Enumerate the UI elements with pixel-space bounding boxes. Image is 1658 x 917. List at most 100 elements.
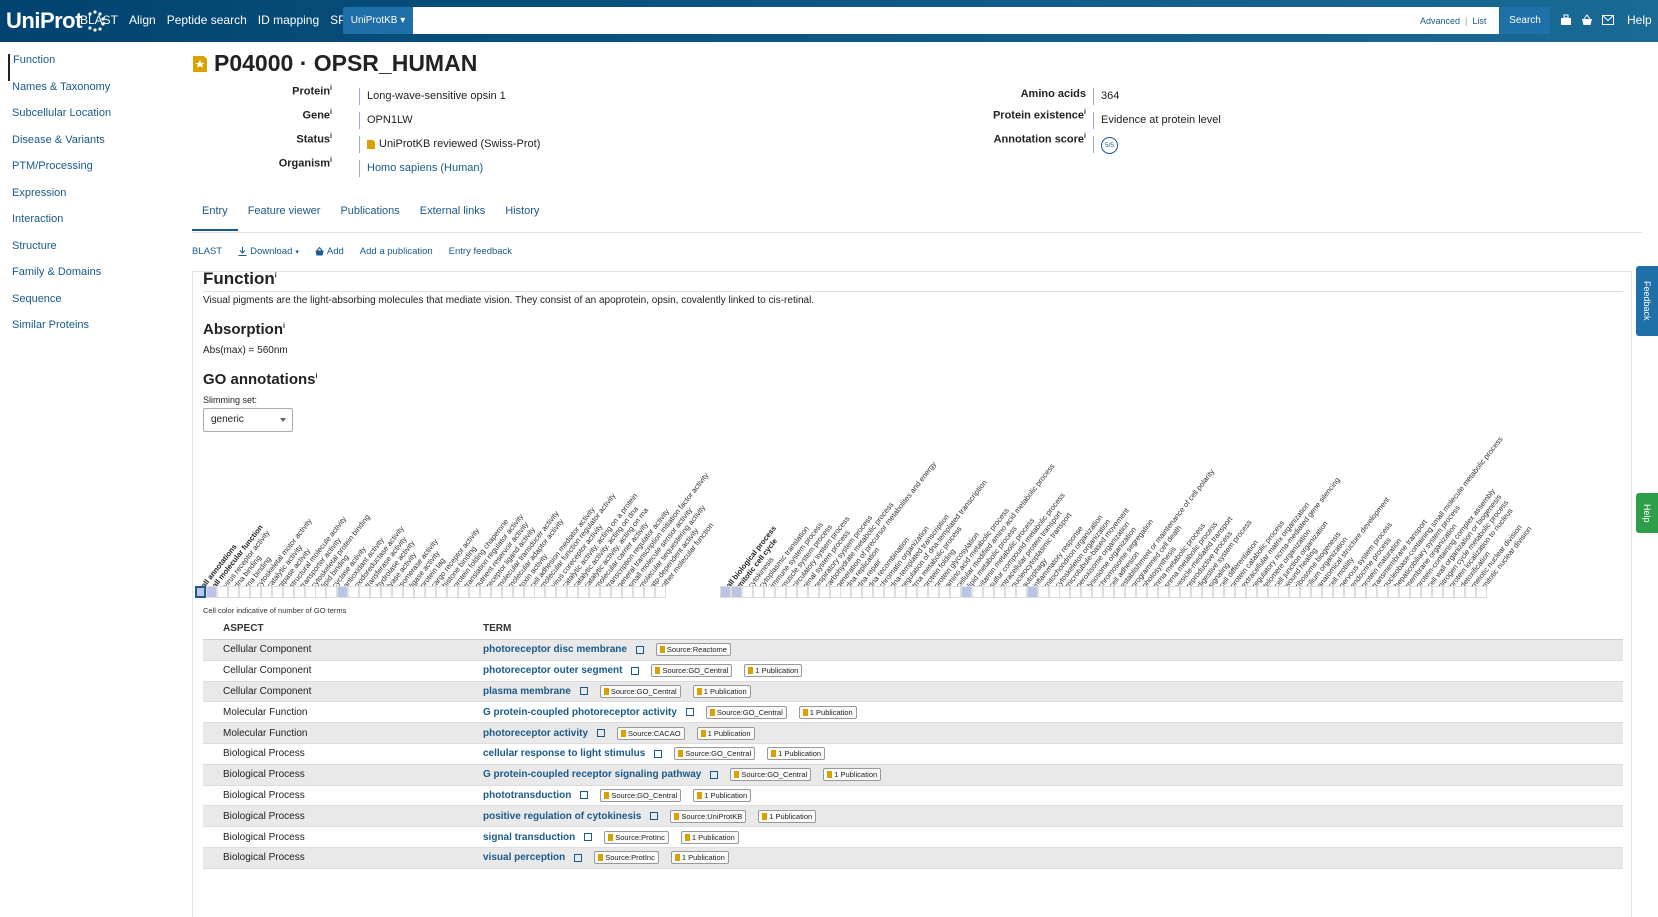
go-mf-term-cell[interactable] bbox=[348, 586, 360, 598]
advanced-search-link[interactable]: Advanced bbox=[1420, 16, 1460, 26]
evidence-badge[interactable]: Source:GO_Central bbox=[730, 768, 812, 782]
go-mf-term-cell[interactable] bbox=[578, 586, 590, 598]
go-bp-term-cell[interactable] bbox=[939, 586, 950, 598]
add-publication-action[interactable]: Add a publication bbox=[360, 246, 433, 257]
sidebar-item-structure[interactable]: Structure bbox=[8, 240, 168, 267]
go-bp-term-cell[interactable] bbox=[960, 586, 972, 598]
evidence-badge[interactable]: Source:ProtInc bbox=[604, 830, 669, 844]
go-mf-term-cell[interactable] bbox=[556, 586, 568, 598]
go-mf-term-cell[interactable] bbox=[643, 586, 655, 598]
go-mf-term-cell[interactable] bbox=[337, 586, 349, 598]
go-mf-term-cell[interactable] bbox=[249, 586, 261, 598]
sidebar-item-names-taxonomy[interactable]: Names & Taxonomy bbox=[8, 81, 168, 108]
go-bp-term-cell[interactable] bbox=[1125, 586, 1137, 598]
go-bp-term-cell[interactable] bbox=[895, 586, 907, 598]
external-link-icon[interactable] bbox=[584, 833, 593, 842]
go-bp-term-cell[interactable] bbox=[1245, 586, 1257, 598]
go-term-link[interactable]: G protein-coupled photoreceptor activity bbox=[483, 707, 677, 718]
feedback-side-tab[interactable]: Feedback bbox=[1636, 266, 1658, 336]
evidence-badge[interactable]: Source:ProtInc bbox=[594, 851, 659, 865]
evidence-badge[interactable]: Source:Reactome bbox=[655, 643, 731, 657]
go-mf-term-cell[interactable] bbox=[446, 586, 458, 598]
evidence-badge[interactable]: 1 Publication bbox=[823, 768, 882, 782]
go-bp-term-cell[interactable] bbox=[720, 586, 731, 598]
go-term-link[interactable]: phototransduction bbox=[483, 790, 571, 801]
go-bp-term-cell[interactable] bbox=[1092, 586, 1104, 598]
sidebar-item-expression[interactable]: Expression bbox=[8, 187, 168, 214]
download-action[interactable]: Download ▾ bbox=[238, 246, 299, 257]
go-bp-term-cell[interactable] bbox=[1475, 586, 1487, 598]
go-bp-term-cell[interactable] bbox=[1179, 586, 1191, 598]
nav-align[interactable]: Align bbox=[129, 13, 156, 27]
go-bp-term-cell[interactable] bbox=[1114, 586, 1126, 598]
basket-icon[interactable] bbox=[1581, 14, 1593, 26]
evidence-badge[interactable]: 1 Publication bbox=[696, 726, 755, 740]
database-select[interactable]: UniProtKB ▾ bbox=[343, 7, 413, 34]
go-bp-term-cell[interactable] bbox=[1026, 586, 1038, 598]
sidebar-item-disease-variants[interactable]: Disease & Variants bbox=[8, 134, 168, 161]
list-search-link[interactable]: List bbox=[1472, 16, 1486, 26]
go-bp-term-cell[interactable] bbox=[741, 586, 753, 598]
go-mf-term-cell[interactable] bbox=[468, 586, 480, 598]
help-link[interactable]: Help bbox=[1627, 13, 1652, 27]
go-bp-term-cell[interactable] bbox=[1377, 586, 1388, 598]
go-mf-term-cell[interactable] bbox=[260, 586, 272, 598]
external-link-icon[interactable] bbox=[685, 708, 694, 717]
go-bp-term-cell[interactable] bbox=[906, 586, 918, 598]
go-bp-term-cell[interactable] bbox=[763, 586, 775, 598]
tab-feature-viewer[interactable]: Feature viewer bbox=[238, 203, 331, 231]
go-mf-term-cell[interactable] bbox=[326, 586, 338, 598]
sidebar-item-function[interactable]: Function bbox=[8, 54, 168, 81]
go-term-link[interactable]: cellular response to light stimulus bbox=[483, 748, 645, 759]
go-bp-term-cell[interactable] bbox=[1223, 586, 1235, 598]
evidence-badge[interactable]: Source:GO_Central bbox=[600, 788, 682, 802]
go-bp-term-cell[interactable] bbox=[785, 586, 797, 598]
go-bp-term-cell[interactable] bbox=[917, 586, 929, 598]
go-mf-term-cell[interactable] bbox=[512, 586, 524, 598]
external-link-icon[interactable] bbox=[654, 749, 663, 758]
go-mf-term-cell[interactable] bbox=[567, 586, 579, 598]
go-bp-term-cell[interactable] bbox=[993, 586, 1005, 598]
info-marker[interactable]: i bbox=[1084, 133, 1086, 140]
go-mf-term-cell[interactable] bbox=[534, 586, 546, 598]
entry-feedback-action[interactable]: Entry feedback bbox=[449, 246, 512, 257]
go-bp-term-cell[interactable] bbox=[1081, 586, 1093, 598]
go-mf-term-cell[interactable] bbox=[392, 586, 404, 598]
external-link-icon[interactable] bbox=[635, 645, 644, 654]
evidence-badge[interactable]: Source:GO_Central bbox=[674, 747, 756, 761]
external-link-icon[interactable] bbox=[710, 770, 719, 779]
external-link-icon[interactable] bbox=[574, 853, 583, 862]
go-bp-term-cell[interactable] bbox=[829, 586, 841, 598]
go-bp-term-cell[interactable] bbox=[884, 586, 896, 598]
term-column-header[interactable]: TERM bbox=[483, 623, 511, 634]
external-link-icon[interactable] bbox=[631, 666, 640, 675]
evidence-badge[interactable]: Source:GO_Central bbox=[705, 705, 787, 719]
go-bp-term-cell[interactable] bbox=[1059, 586, 1071, 598]
go-mf-term-cell[interactable] bbox=[435, 586, 447, 598]
go-bp-term-cell[interactable] bbox=[851, 586, 863, 598]
go-mf-term-cell[interactable] bbox=[545, 586, 557, 598]
evidence-badge[interactable]: 1 Publication bbox=[680, 830, 739, 844]
go-mf-term-cell[interactable] bbox=[600, 586, 612, 598]
go-bp-term-cell[interactable] bbox=[1190, 586, 1202, 598]
go-mf-term-cell[interactable] bbox=[403, 586, 415, 598]
go-mf-term-cell[interactable] bbox=[282, 586, 294, 598]
go-bp-term-cell[interactable] bbox=[1136, 586, 1148, 598]
info-marker[interactable]: i bbox=[275, 272, 277, 279]
go-mf-term-cell[interactable] bbox=[205, 586, 217, 598]
go-bp-term-cell[interactable] bbox=[1015, 586, 1027, 598]
evidence-badge[interactable]: Source:CACAO bbox=[617, 726, 685, 740]
info-marker[interactable]: i bbox=[330, 157, 332, 164]
go-term-link[interactable]: photoreceptor activity bbox=[483, 728, 588, 739]
sidebar-item-sequence[interactable]: Sequence bbox=[8, 293, 168, 320]
go-mf-term-cell[interactable] bbox=[414, 586, 425, 598]
nav-blast[interactable]: BLAST bbox=[80, 13, 118, 27]
go-bp-term-cell[interactable] bbox=[1278, 586, 1290, 598]
go-bp-term-cell[interactable] bbox=[1409, 586, 1421, 598]
go-bp-term-cell[interactable] bbox=[1289, 586, 1301, 598]
tab-external-links[interactable]: External links bbox=[410, 203, 495, 231]
go-mf-term-cell[interactable] bbox=[315, 586, 327, 598]
go-mf-term-cell[interactable] bbox=[654, 586, 666, 598]
external-link-icon[interactable] bbox=[597, 729, 606, 738]
sidebar-item-interaction[interactable]: Interaction bbox=[8, 213, 168, 240]
